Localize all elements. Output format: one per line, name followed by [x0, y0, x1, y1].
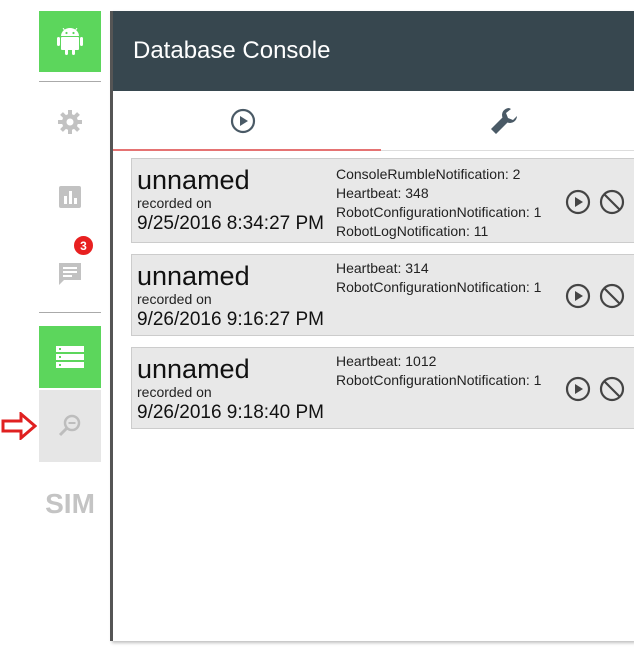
search-button[interactable]	[39, 390, 101, 462]
messages-badge: 3	[73, 235, 94, 256]
recorded-on-label: recorded on	[137, 384, 212, 400]
zoom-out-icon	[58, 414, 81, 437]
stat-line: Heartbeat: 1012	[336, 353, 437, 369]
stat-line: ConsoleRumbleNotification: 2	[336, 166, 521, 182]
recording-date: 9/26/2016 9:16:27 PM	[137, 309, 324, 330]
red-arrow-icon	[1, 412, 37, 440]
stat-line: Heartbeat: 348	[336, 185, 429, 201]
tab-divider	[381, 150, 634, 151]
recording-stats: Heartbeat: 1012 RobotConfigurationNotifi…	[336, 352, 541, 390]
wrench-icon	[490, 108, 517, 134]
stat-line: RobotLogNotification: 11	[336, 223, 489, 239]
play-button[interactable]	[565, 189, 591, 215]
recording-name: unnamed	[137, 165, 250, 195]
recording-date: 9/25/2016 8:34:27 PM	[137, 213, 324, 234]
bar-chart-icon	[59, 186, 81, 208]
sim-label: SIM	[45, 488, 95, 519]
active-tab-indicator	[113, 149, 381, 151]
play-circle-icon	[231, 108, 256, 134]
page-title: Database Console	[133, 37, 331, 64]
block-icon	[599, 283, 625, 309]
recording-name: unnamed	[137, 354, 250, 384]
tab-playback[interactable]	[113, 91, 374, 151]
list-item: unnamed recorded on 9/26/2016 9:18:40 PM…	[131, 347, 634, 429]
settings-button[interactable]	[39, 92, 101, 152]
recording-actions	[565, 376, 625, 402]
delete-button[interactable]	[599, 189, 625, 215]
android-button[interactable]	[39, 11, 101, 72]
stat-line: RobotConfigurationNotification: 1	[336, 279, 542, 295]
recording-actions	[565, 283, 625, 309]
delete-button[interactable]	[599, 283, 625, 309]
play-button[interactable]	[565, 283, 591, 309]
play-circle-icon	[565, 189, 591, 215]
recording-name: unnamed	[137, 261, 250, 291]
recorded-on-label: recorded on	[137, 195, 212, 211]
list-item: unnamed recorded on 9/25/2016 8:34:27 PM…	[131, 158, 634, 243]
panel-header: Database Console	[113, 11, 634, 91]
chat-icon	[59, 263, 81, 285]
stat-line: RobotConfigurationNotification: 1	[336, 204, 542, 220]
stat-line: Heartbeat: 314	[336, 260, 429, 276]
rail-divider	[39, 312, 101, 313]
block-icon	[599, 376, 625, 402]
recorded-on-label: recorded on	[137, 291, 212, 307]
database-list-icon	[56, 346, 84, 368]
play-circle-icon	[565, 283, 591, 309]
recording-stats: Heartbeat: 314 RobotConfigurationNotific…	[336, 259, 541, 297]
rail-divider	[39, 81, 101, 82]
list-item: unnamed recorded on 9/26/2016 9:16:27 PM…	[131, 254, 634, 336]
messages-button[interactable]: 3	[39, 235, 101, 304]
android-icon	[57, 27, 83, 55]
play-button[interactable]	[565, 376, 591, 402]
tab-bar	[113, 91, 634, 151]
recording-stats: ConsoleRumbleNotification: 2 Heartbeat: …	[336, 165, 541, 241]
database-button[interactable]	[39, 326, 101, 388]
block-icon	[599, 189, 625, 215]
recordings-list: unnamed recorded on 9/25/2016 8:34:27 PM…	[131, 158, 634, 440]
stats-button[interactable]	[39, 167, 101, 227]
left-rail: 3 SIM	[0, 0, 112, 650]
play-circle-icon	[565, 376, 591, 402]
recording-actions	[565, 189, 625, 215]
stat-line: RobotConfigurationNotification: 1	[336, 372, 542, 388]
recording-date: 9/26/2016 9:18:40 PM	[137, 402, 324, 423]
tab-tools[interactable]	[374, 91, 634, 151]
delete-button[interactable]	[599, 376, 625, 402]
gear-icon	[58, 110, 82, 134]
